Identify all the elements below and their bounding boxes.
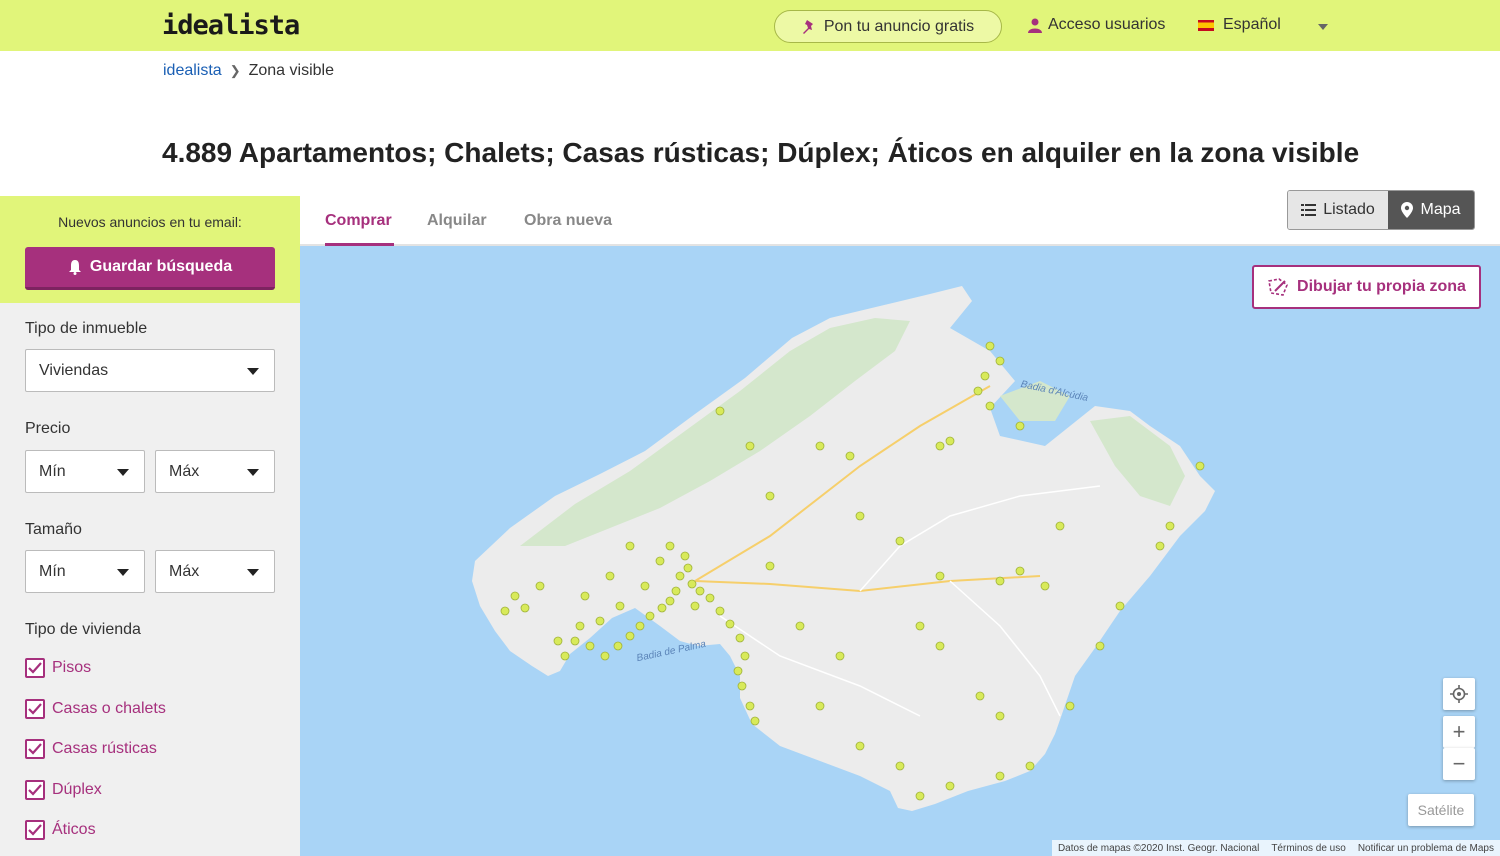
checkbox-label: Casas o chalets bbox=[52, 700, 166, 717]
save-search-button[interactable]: Guardar búsqueda bbox=[25, 247, 275, 290]
tab-alquilar[interactable]: Alquilar bbox=[427, 212, 487, 230]
size-max-select[interactable]: Máx bbox=[155, 550, 275, 593]
language-selector[interactable]: Español bbox=[1198, 16, 1281, 34]
price-min-value: Mín bbox=[39, 462, 66, 480]
tab-obra-nueva[interactable]: Obra nueva bbox=[524, 212, 612, 230]
breadcrumb: idealista ❯ Zona visible bbox=[163, 62, 334, 80]
draw-zone-label: Dibujar tu propia zona bbox=[1297, 278, 1466, 295]
property-type-select[interactable]: Viviendas bbox=[25, 349, 275, 392]
locate-me-button[interactable] bbox=[1443, 678, 1475, 710]
report-problem-link[interactable]: Notificar un problema de Maps bbox=[1358, 843, 1494, 854]
top-bar: idealista Pon tu anuncio gratis Acceso u… bbox=[0, 0, 1500, 51]
save-search-label: Guardar búsqueda bbox=[89, 258, 233, 275]
size-min-select[interactable]: Mín bbox=[25, 550, 145, 593]
email-alert-label: Nuevos anuncios en tu email: bbox=[58, 214, 242, 230]
zoom-in-button[interactable]: + bbox=[1443, 716, 1475, 748]
post-ad-label: Pon tu anuncio gratis bbox=[823, 17, 975, 35]
checkbox-duplex[interactable]: Dúplex bbox=[25, 780, 102, 800]
caret-down-icon bbox=[247, 569, 259, 576]
caret-down-icon bbox=[247, 368, 259, 375]
checkbox-casas-chalets[interactable]: Casas o chalets bbox=[25, 699, 166, 719]
login-label: Acceso usuarios bbox=[1048, 16, 1166, 33]
checkbox-label: Dúplex bbox=[52, 781, 102, 798]
caret-down-icon bbox=[117, 569, 129, 576]
size-min-value: Mín bbox=[39, 562, 66, 580]
post-ad-button[interactable]: Pon tu anuncio gratis bbox=[774, 10, 1002, 43]
checkbox-label: Casas rústicas bbox=[52, 740, 157, 757]
zoom-out-button[interactable]: − bbox=[1443, 748, 1475, 780]
map-view-label: Mapa bbox=[1420, 201, 1461, 218]
checkmark-icon[interactable] bbox=[25, 699, 45, 719]
checkbox-label: Pisos bbox=[52, 659, 92, 676]
page-title: 4.889 Apartamentos; Chalets; Casas rústi… bbox=[162, 137, 1360, 168]
language-label: Español bbox=[1223, 16, 1281, 33]
view-toggle: Listado Mapa bbox=[1287, 190, 1475, 230]
property-type-value: Viviendas bbox=[39, 361, 109, 379]
results-map[interactable]: Badia d'Alcúdia Badia de Palma Dibujar t… bbox=[300, 246, 1500, 856]
price-min-select[interactable]: Mín bbox=[25, 450, 145, 493]
checkmark-icon[interactable] bbox=[25, 820, 45, 840]
user-icon bbox=[1028, 18, 1042, 33]
list-view-label: Listado bbox=[1323, 201, 1375, 218]
map-attribution: Datos de mapas ©2020 Inst. Geogr. Nacion… bbox=[1051, 840, 1500, 856]
checkbox-pisos[interactable]: Pisos bbox=[25, 658, 91, 678]
size-label: Tamaño bbox=[25, 521, 82, 538]
terms-link[interactable]: Términos de uso bbox=[1271, 843, 1345, 854]
email-alert-box: Nuevos anuncios en tu email: Guardar bús… bbox=[0, 196, 300, 303]
caret-down-icon bbox=[247, 469, 259, 476]
list-view-button[interactable]: Listado bbox=[1288, 191, 1388, 229]
price-max-value: Máx bbox=[169, 462, 200, 480]
price-label: Precio bbox=[25, 420, 71, 437]
price-max-select[interactable]: Máx bbox=[155, 450, 275, 493]
checkmark-icon[interactable] bbox=[25, 780, 45, 800]
chevron-down-icon[interactable] bbox=[1318, 24, 1328, 30]
checkmark-icon[interactable] bbox=[25, 739, 45, 759]
tab-comprar[interactable]: Comprar bbox=[325, 212, 392, 230]
draw-zone-button[interactable]: Dibujar tu propia zona bbox=[1252, 265, 1481, 309]
checkmark-icon[interactable] bbox=[25, 658, 45, 678]
breadcrumb-current: Zona visible bbox=[248, 62, 334, 79]
map-view-button[interactable]: Mapa bbox=[1388, 191, 1474, 229]
list-icon bbox=[1301, 204, 1317, 216]
login-link[interactable]: Acceso usuarios bbox=[1028, 16, 1165, 34]
checkbox-label: Áticos bbox=[52, 821, 96, 838]
satellite-toggle-button[interactable]: Satélite bbox=[1408, 794, 1474, 826]
property-type-label: Tipo de inmueble bbox=[25, 320, 148, 337]
draw-polygon-icon bbox=[1268, 278, 1289, 296]
size-max-value: Máx bbox=[169, 562, 200, 580]
housing-type-label: Tipo de vivienda bbox=[25, 621, 141, 638]
chevron-right-icon: ❯ bbox=[229, 63, 241, 78]
map-pin-icon bbox=[1401, 202, 1414, 218]
mallorca-island-shape bbox=[472, 286, 1215, 811]
caret-down-icon bbox=[117, 469, 129, 476]
spain-flag-icon bbox=[1198, 19, 1214, 31]
idealista-logo[interactable]: idealista bbox=[162, 10, 300, 41]
pushpin-icon bbox=[802, 19, 813, 34]
checkbox-casas-rusticas[interactable]: Casas rústicas bbox=[25, 739, 157, 759]
breadcrumb-home-link[interactable]: idealista bbox=[163, 62, 222, 80]
map-data-credit: Datos de mapas ©2020 Inst. Geogr. Nacion… bbox=[1057, 842, 1260, 854]
bell-icon bbox=[68, 260, 81, 275]
crosshair-icon bbox=[1450, 685, 1468, 703]
filter-sidebar: Nuevos anuncios en tu email: Guardar bús… bbox=[0, 196, 300, 856]
checkbox-aticos[interactable]: Áticos bbox=[25, 820, 96, 840]
